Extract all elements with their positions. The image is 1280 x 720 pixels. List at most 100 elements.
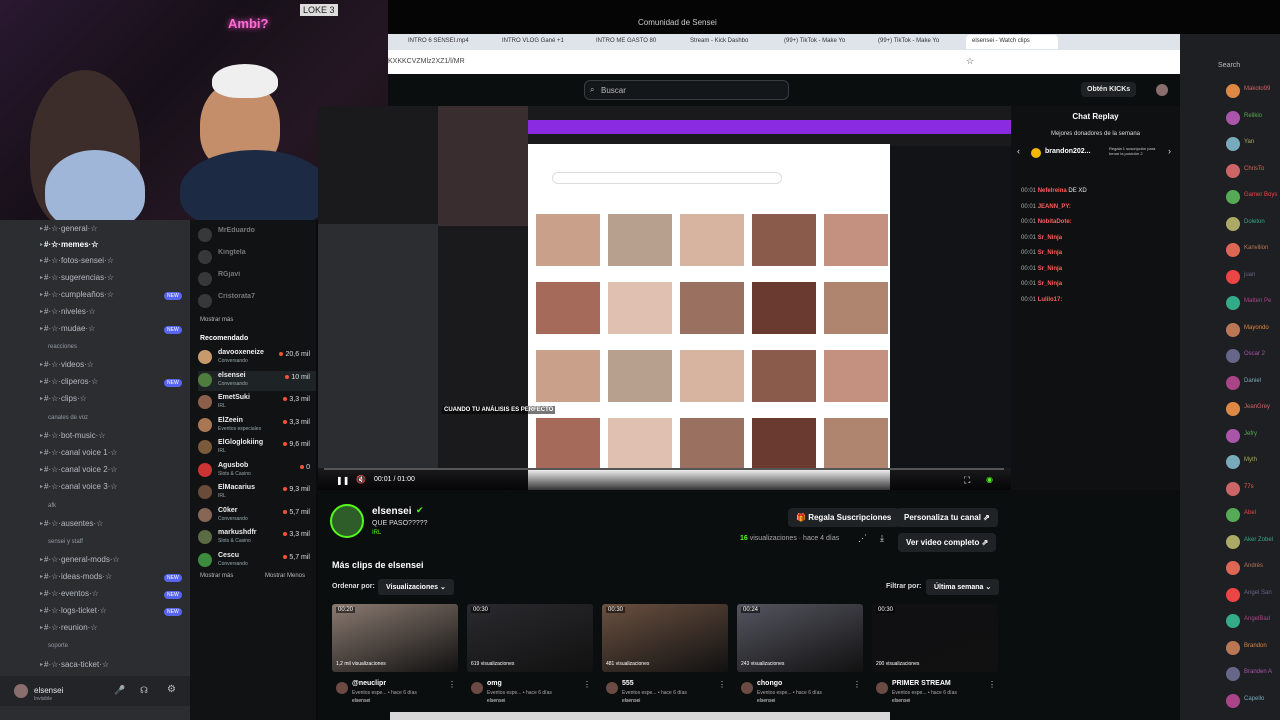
order-dropdown[interactable]: Visualizaciones ⌄	[378, 579, 454, 595]
chevron-right-icon[interactable]: ▸	[40, 361, 43, 368]
recommended-channel[interactable]: ElZeein Eventos especiales 3,3 mil	[198, 416, 316, 436]
recommended-channel[interactable]: ElGloglokiing IRL 9,6 mil	[198, 438, 316, 458]
member-name[interactable]: Abel	[1244, 510, 1256, 516]
search-result-image[interactable]	[680, 282, 744, 334]
search-result-image[interactable]	[608, 350, 672, 402]
search-result-image[interactable]	[680, 418, 744, 470]
recommended-channel[interactable]: Cescu Conversando 5,7 mil	[198, 551, 316, 571]
search-result-image[interactable]	[536, 350, 600, 402]
discord-channel[interactable]: #·☆·eventos·☆	[44, 589, 99, 598]
filter-dropdown[interactable]: Última semana ⌄	[926, 579, 1000, 595]
gift-subs-button[interactable]: 🎁 Regala Suscripciones	[788, 508, 900, 527]
channel-name[interactable]: elsensei	[372, 506, 411, 517]
clip-user[interactable]: elsensei	[892, 698, 910, 704]
chat-user[interactable]: Nefelreina	[1038, 188, 1067, 194]
browser-tab[interactable]: Stream - Kick Dashbo	[684, 35, 776, 49]
search-result-image[interactable]	[536, 418, 600, 470]
discord-channel[interactable]: #·☆·reunion·☆	[44, 623, 97, 632]
chevron-right-icon[interactable]: ▸	[40, 257, 43, 264]
discord-category[interactable]: soporte	[48, 643, 68, 649]
chevron-right-icon[interactable]: ▸	[40, 573, 43, 580]
headset-icon[interactable]: ☊	[140, 685, 148, 696]
member-name[interactable]: Gamer Boys	[1244, 192, 1277, 198]
discord-channel[interactable]: #·☆·general·☆	[44, 224, 97, 233]
search-result-image[interactable]	[608, 214, 672, 266]
search-result-image[interactable]	[536, 282, 600, 334]
clip-title[interactable]: chongo	[757, 680, 782, 687]
avatar[interactable]	[336, 682, 348, 694]
member-name[interactable]: ChrisTo	[1244, 166, 1264, 172]
more-options-icon[interactable]: ⋮	[448, 680, 456, 689]
followed-channel[interactable]: RGjavi	[198, 270, 316, 290]
full-video-button[interactable]: Ver video completo ⇗	[898, 533, 997, 552]
chevron-right-icon[interactable]: ▸	[40, 432, 43, 439]
member-name[interactable]: Capello	[1244, 696, 1264, 702]
followed-channel[interactable]: Cristorata7	[198, 292, 316, 312]
chevron-right-icon[interactable]: ▸	[40, 325, 43, 332]
chevron-right-icon[interactable]: ▸	[40, 520, 43, 527]
more-options-icon[interactable]: ⋮	[853, 680, 861, 689]
discord-channel[interactable]: #·☆·canal voice 1·☆	[44, 448, 117, 457]
avatar[interactable]	[14, 684, 28, 698]
avatar[interactable]	[1226, 508, 1240, 522]
member-name[interactable]: Brandon	[1244, 643, 1267, 649]
member-search[interactable]: Search	[1218, 62, 1240, 69]
search-result-image[interactable]	[824, 214, 888, 266]
download-icon[interactable]: ⤓	[880, 533, 884, 544]
clip-title[interactable]: PRIMER STREAM	[892, 680, 951, 687]
chevron-right-icon[interactable]: ▸	[40, 395, 43, 402]
clip-user[interactable]: elsensei	[757, 698, 775, 704]
mic-icon[interactable]: 🎤	[114, 685, 125, 696]
fullscreen-icon[interactable]: ⛶	[964, 475, 970, 486]
search-result-image[interactable]	[752, 350, 816, 402]
member-name[interactable]: Aker Zobel	[1244, 537, 1273, 543]
avatar[interactable]	[606, 682, 618, 694]
member-name[interactable]: AngelBad	[1244, 616, 1270, 622]
search-result-image[interactable]	[752, 214, 816, 266]
member-name[interactable]: Jefry	[1244, 431, 1257, 437]
avatar[interactable]	[1226, 84, 1240, 98]
discord-category[interactable]: afk	[48, 503, 56, 509]
clip-card[interactable]: 00:24 243 visualizaciones chongo Eventos es…	[737, 604, 863, 704]
chat-user[interactable]: NobitaDote:	[1038, 219, 1072, 225]
star-icon[interactable]: ☆	[966, 56, 974, 67]
member-name[interactable]: Matten Pe	[1244, 298, 1271, 304]
avatar[interactable]	[1226, 402, 1240, 416]
member-name[interactable]: Branden A	[1244, 669, 1272, 675]
discord-channel[interactable]: #·☆·saca-ticket·☆	[44, 660, 109, 669]
chat-user[interactable]: Lulilo17:	[1038, 297, 1063, 303]
chevron-right-icon[interactable]: ▸	[40, 466, 43, 473]
recommended-channel[interactable]: markushdfr Slots & Casino 3,3 mil	[198, 528, 316, 548]
browser-tab[interactable]: (99+) TikTok - Make Yo	[872, 35, 964, 49]
member-name[interactable]: Mayondo	[1244, 325, 1269, 331]
search-result-image[interactable]	[680, 214, 744, 266]
search-result-image[interactable]	[824, 418, 888, 470]
discord-channel[interactable]: #·☆·memes·☆	[44, 240, 98, 249]
avatar[interactable]	[741, 682, 753, 694]
followed-channel[interactable]: MrEduardo	[198, 226, 316, 246]
avatar[interactable]	[1226, 640, 1240, 655]
chevron-right-icon[interactable]: ▸	[40, 225, 43, 232]
browser-tab[interactable]: (99+) TikTok - Make Yo	[778, 35, 870, 49]
member-name[interactable]: 77s	[1244, 484, 1254, 490]
member-name[interactable]: Daniel	[1244, 378, 1261, 384]
avatar[interactable]	[471, 682, 483, 694]
discord-channel[interactable]: #·☆·sugerencias·☆	[44, 273, 114, 282]
clip-card[interactable]: 00:30 481 visualizaciones 555 Eventos espe.…	[602, 604, 728, 704]
chevron-right-icon[interactable]: ▸	[40, 449, 43, 456]
avatar[interactable]	[1226, 614, 1240, 628]
discord-channel[interactable]: #·☆·clips·☆	[44, 394, 87, 403]
chevron-left-icon[interactable]: ‹	[1017, 146, 1020, 156]
avatar[interactable]	[876, 682, 888, 694]
browser-tab[interactable]: INTRO VLOG Gané +1	[496, 35, 588, 49]
member-name[interactable]: Kanvilion	[1244, 245, 1268, 251]
discord-channel[interactable]: #·☆·general-mods·☆	[44, 555, 120, 564]
recommended-channel[interactable]: Agusbob Slots & Casino 0	[198, 461, 316, 481]
discord-channel[interactable]: #·☆·fotos-sensei·☆	[44, 256, 114, 265]
avatar[interactable]	[1226, 693, 1240, 708]
clip-title[interactable]: 555	[622, 680, 634, 687]
address-bar[interactable]: KXKKCVZMlz2XZ1/l/MR ☆	[388, 50, 1180, 74]
video-player[interactable]: CUANDO TU ANÁLISIS ES PERFECTO ❚❚ 🔇 00:0…	[318, 106, 1011, 490]
search-result-image[interactable]	[752, 418, 816, 470]
search-result-image[interactable]	[824, 282, 888, 334]
